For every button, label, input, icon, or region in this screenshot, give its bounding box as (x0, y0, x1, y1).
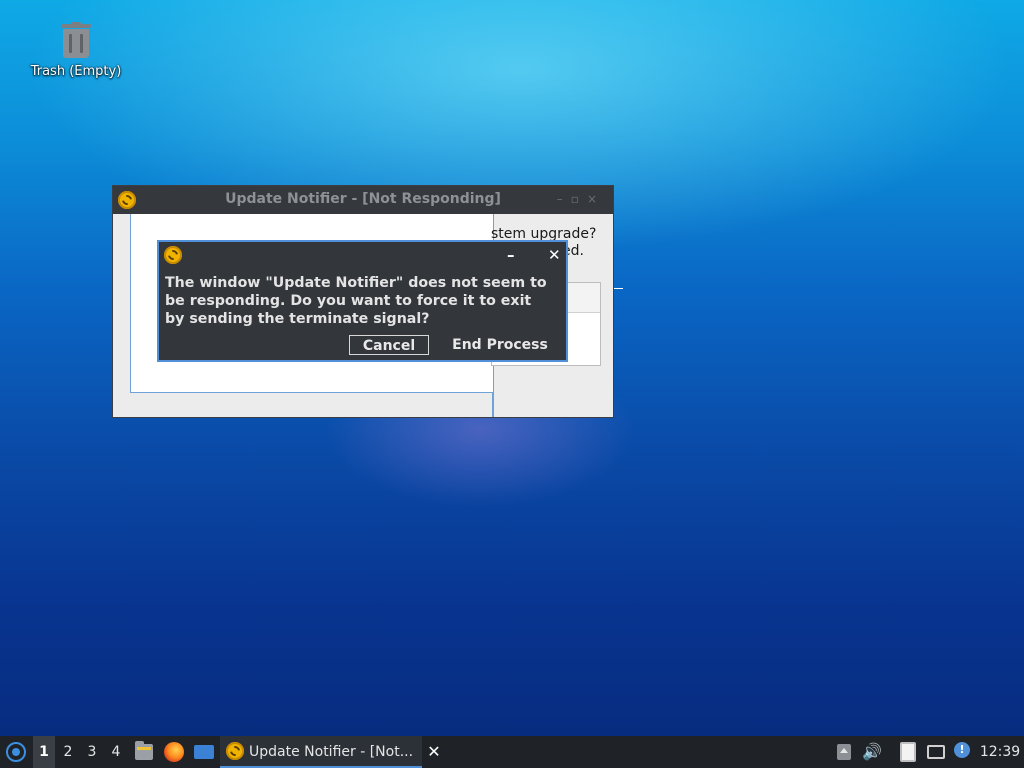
clipboard-icon[interactable] (897, 736, 919, 768)
update-notification-icon[interactable]: ! (952, 736, 972, 768)
desktop-icon-trash[interactable]: Trash (Empty) (22, 22, 130, 79)
desktop-icon (194, 745, 214, 759)
workspace-2-button[interactable]: 2 (57, 736, 79, 768)
minimize-icon[interactable]: – (557, 192, 571, 206)
file-manager-launcher[interactable] (131, 736, 157, 768)
workspace-4-button[interactable]: 4 (105, 736, 127, 768)
desktop-icon-label: Trash (Empty) (30, 64, 122, 79)
task-close-button[interactable]: ✕ (424, 736, 444, 768)
task-label: Update Notifier - [Not... (249, 744, 414, 760)
workspace-3-button[interactable]: 3 (81, 736, 103, 768)
window-titlebar[interactable]: Update Notifier - [Not Responding] –▫× (113, 186, 613, 214)
close-button[interactable]: ✕ (548, 246, 561, 264)
trash-icon (59, 22, 93, 60)
maximize-icon[interactable]: ▫ (571, 192, 587, 206)
volume-icon[interactable]: 🔊 (861, 736, 883, 768)
start-menu-icon (6, 742, 26, 762)
chevron-up-icon (837, 744, 851, 760)
cancel-button[interactable]: Cancel (349, 335, 429, 355)
close-icon[interactable]: × (587, 192, 605, 206)
update-notifier-icon (164, 246, 182, 264)
task-update-notifier[interactable]: Update Notifier - [Not... (220, 736, 422, 768)
network-icon[interactable] (925, 736, 947, 768)
start-menu-button[interactable] (4, 736, 28, 768)
dialog-message: The window "Update Notifier" does not se… (165, 275, 547, 327)
tray-expand-button[interactable] (834, 736, 854, 768)
taskbar: 1 2 3 4 Update Notifier - [Not... ✕ 🔊 ! … (0, 736, 1024, 768)
update-notifier-icon (226, 742, 244, 760)
window-title: Update Notifier - [Not Responding] (225, 191, 501, 207)
window-edge-mark (614, 288, 623, 289)
workspace-1-button[interactable]: 1 (33, 736, 55, 768)
show-desktop-launcher[interactable] (191, 736, 217, 768)
firefox-launcher[interactable] (161, 736, 187, 768)
window-controls: –▫× (557, 192, 605, 206)
file-manager-icon (135, 741, 153, 760)
firefox-icon (164, 742, 184, 762)
dialog-titlebar[interactable]: – ✕ (159, 242, 566, 270)
not-responding-dialog: – ✕ The window "Update Notifier" does no… (157, 240, 568, 362)
end-process-button[interactable]: End Process (441, 335, 559, 355)
clock[interactable]: 12:39 (978, 736, 1022, 768)
minimize-button[interactable]: – (507, 246, 515, 264)
